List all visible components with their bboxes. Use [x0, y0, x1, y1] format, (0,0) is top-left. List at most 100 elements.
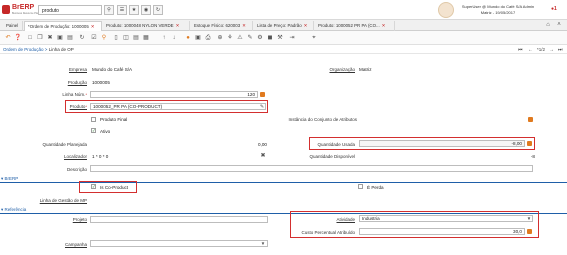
e-perda-checkbox[interactable]	[358, 184, 363, 189]
atividade-select[interactable]: Industria	[359, 215, 533, 222]
next-record-icon[interactable]: →	[549, 47, 554, 53]
export-icon[interactable]: ⇥	[288, 34, 296, 42]
calculator-icon[interactable]	[260, 92, 265, 97]
copy-record-icon[interactable]: ❐	[36, 34, 44, 42]
previous-record-icon[interactable]: ←	[528, 47, 533, 53]
first-record-icon[interactable]: ⏮	[518, 47, 523, 53]
referencia-section-title: Referência	[4, 207, 27, 212]
last-record-icon[interactable]: ⏭	[558, 47, 563, 53]
quick-form-icon[interactable]: ⌖	[310, 34, 318, 42]
request-icon[interactable]: ✎	[246, 34, 254, 42]
archive-icon[interactable]: ▣	[194, 34, 202, 42]
organizacao-value: Matriz	[359, 67, 372, 72]
descricao-input[interactable]	[90, 165, 533, 172]
projeto-input[interactable]	[90, 216, 268, 223]
linha-num-input[interactable]: 120	[90, 91, 258, 98]
qtd-usada-label: Quantidade Usada	[317, 142, 355, 147]
tab-label: Produto: 1000052 PR PA (CO...	[318, 23, 380, 28]
logo-text: BrERP	[12, 4, 35, 11]
is-coproduct-checkbox[interactable]: ✓	[91, 184, 96, 189]
close-icon[interactable]: ✕	[382, 23, 386, 28]
tab-produto-pr-pa[interactable]: Produto: 1000052 PR PA (CO... ✕	[315, 21, 395, 31]
menu-icon[interactable]: ☰	[117, 5, 127, 15]
qtd-disponivel-label: Quantidade Disponível	[309, 154, 355, 159]
workflow-icon[interactable]: ⚘	[226, 34, 234, 42]
tab-label: Estoque Físico: 620003	[194, 23, 241, 28]
home-icon[interactable]: ⌂	[544, 21, 552, 29]
report-icon[interactable]: ●	[184, 34, 192, 42]
tab-ordem-producao[interactable]: *Ordem de Produção: 1000005 ✕	[24, 21, 102, 31]
chevron-up-icon[interactable]: ˄	[555, 21, 563, 29]
close-icon[interactable]: ✕	[304, 23, 308, 28]
parent-record-icon[interactable]: ↑	[160, 34, 168, 42]
attribute-instance-button[interactable]	[528, 117, 533, 122]
new-record-icon[interactable]: □	[26, 34, 34, 42]
empresa-label: Empresa	[68, 67, 87, 72]
produto-final-checkbox[interactable]	[91, 117, 96, 122]
ativo-checkbox[interactable]: ✓	[91, 128, 96, 133]
user-info[interactable]: SuperUser @ Mundo do Café S/A Admin Matr…	[458, 4, 538, 15]
chat-icon[interactable]: ◫	[122, 34, 130, 42]
top-bar: BrERP Business Resource Planning produto…	[0, 0, 567, 20]
save-new-icon[interactable]: ▤	[66, 34, 74, 42]
help-icon[interactable]: ❓	[14, 34, 22, 42]
find-icon[interactable]: ⚲	[100, 34, 108, 42]
close-icon[interactable]: ✕	[176, 23, 180, 28]
locator-icon[interactable]: ✖	[259, 152, 267, 160]
calculator-icon[interactable]	[527, 229, 532, 234]
atividade-label: Atividade	[336, 217, 355, 222]
global-search-input[interactable]: produto	[38, 5, 102, 15]
refresh-record-icon[interactable]: ↻	[78, 34, 86, 42]
chevron-down-icon[interactable]: ▼	[525, 215, 533, 223]
view-icon[interactable]: ◉	[141, 5, 151, 15]
projeto-label: Projeto	[72, 217, 87, 222]
chevron-down-icon[interactable]: ▼	[259, 240, 267, 248]
e-perda-label: É Perda	[367, 185, 384, 190]
close-icon[interactable]: ✕	[91, 24, 95, 29]
grid-toggle-icon[interactable]: ▦	[142, 34, 150, 42]
breadcrumb: Ordem de Produção > Linha de OP	[3, 47, 74, 52]
product-info-icon[interactable]: ◼	[266, 34, 274, 42]
breadcrumb-separator: >	[44, 47, 48, 52]
tab-label: Produto: 1000048 NYLON VERDE	[106, 23, 174, 28]
qtd-planejada-value: 0,00	[258, 142, 267, 147]
detail-record-icon[interactable]: ↓	[170, 34, 178, 42]
close-icon[interactable]: ✕	[242, 23, 246, 28]
brerp-section-title: BrERP	[4, 176, 19, 181]
history-icon[interactable]: ▤	[132, 34, 140, 42]
tab-produto-nylon[interactable]: Produto: 1000048 NYLON VERDE ✕	[103, 21, 190, 31]
lock-icon[interactable]: ☑	[90, 34, 98, 42]
notification-count: 1	[554, 6, 557, 12]
product-lookup-icon[interactable]: ✎	[258, 103, 266, 111]
favorite-star-icon[interactable]: ★	[129, 5, 139, 15]
attachment-icon[interactable]: ▯	[112, 34, 120, 42]
user-avatar[interactable]	[438, 2, 454, 18]
print-icon[interactable]: ⎙	[204, 34, 212, 42]
undo-icon[interactable]: ↶	[4, 34, 12, 42]
zoom-icon[interactable]: ⊕	[216, 34, 224, 42]
app-logo[interactable]: BrERP Business Resource Planning	[2, 3, 44, 17]
tab-painel[interactable]: Painel	[3, 21, 23, 31]
notification-bell-icon[interactable]: ⚠	[236, 34, 244, 42]
process-icon[interactable]: ⚙	[256, 34, 264, 42]
custo-percentual-input[interactable]: 30,0	[359, 228, 525, 235]
refresh-icon[interactable]: ↻	[153, 5, 163, 15]
section-collapse-icon: ▾	[1, 176, 4, 181]
notification-badge[interactable]: ●1	[551, 6, 557, 12]
qtd-usada-input[interactable]: -8,00	[359, 140, 525, 147]
produto-label: Produto	[70, 104, 87, 109]
search-icon[interactable]: ⚲	[104, 5, 114, 15]
breadcrumb-parent-link[interactable]: Ordem de Produção	[3, 47, 44, 52]
record-position: *1/2	[537, 47, 546, 52]
campanha-select[interactable]	[90, 240, 268, 247]
tab-estoque-fisico[interactable]: Estoque Físico: 620003 ✕	[191, 21, 253, 31]
save-icon[interactable]: ▣	[56, 34, 64, 42]
tab-lista-preco[interactable]: Lista de Preço: Padrão ✕	[254, 21, 314, 31]
customize-icon[interactable]: ⚒	[276, 34, 284, 42]
calculator-icon[interactable]	[527, 141, 532, 146]
organizacao-label: Organização	[329, 67, 355, 72]
logo-mark-icon	[2, 5, 10, 14]
produto-input[interactable]: 1000052_PR PA (CO-PRODUCT)	[90, 103, 266, 110]
producao-label: Produção	[67, 80, 87, 85]
delete-icon[interactable]: ✖	[46, 34, 54, 42]
